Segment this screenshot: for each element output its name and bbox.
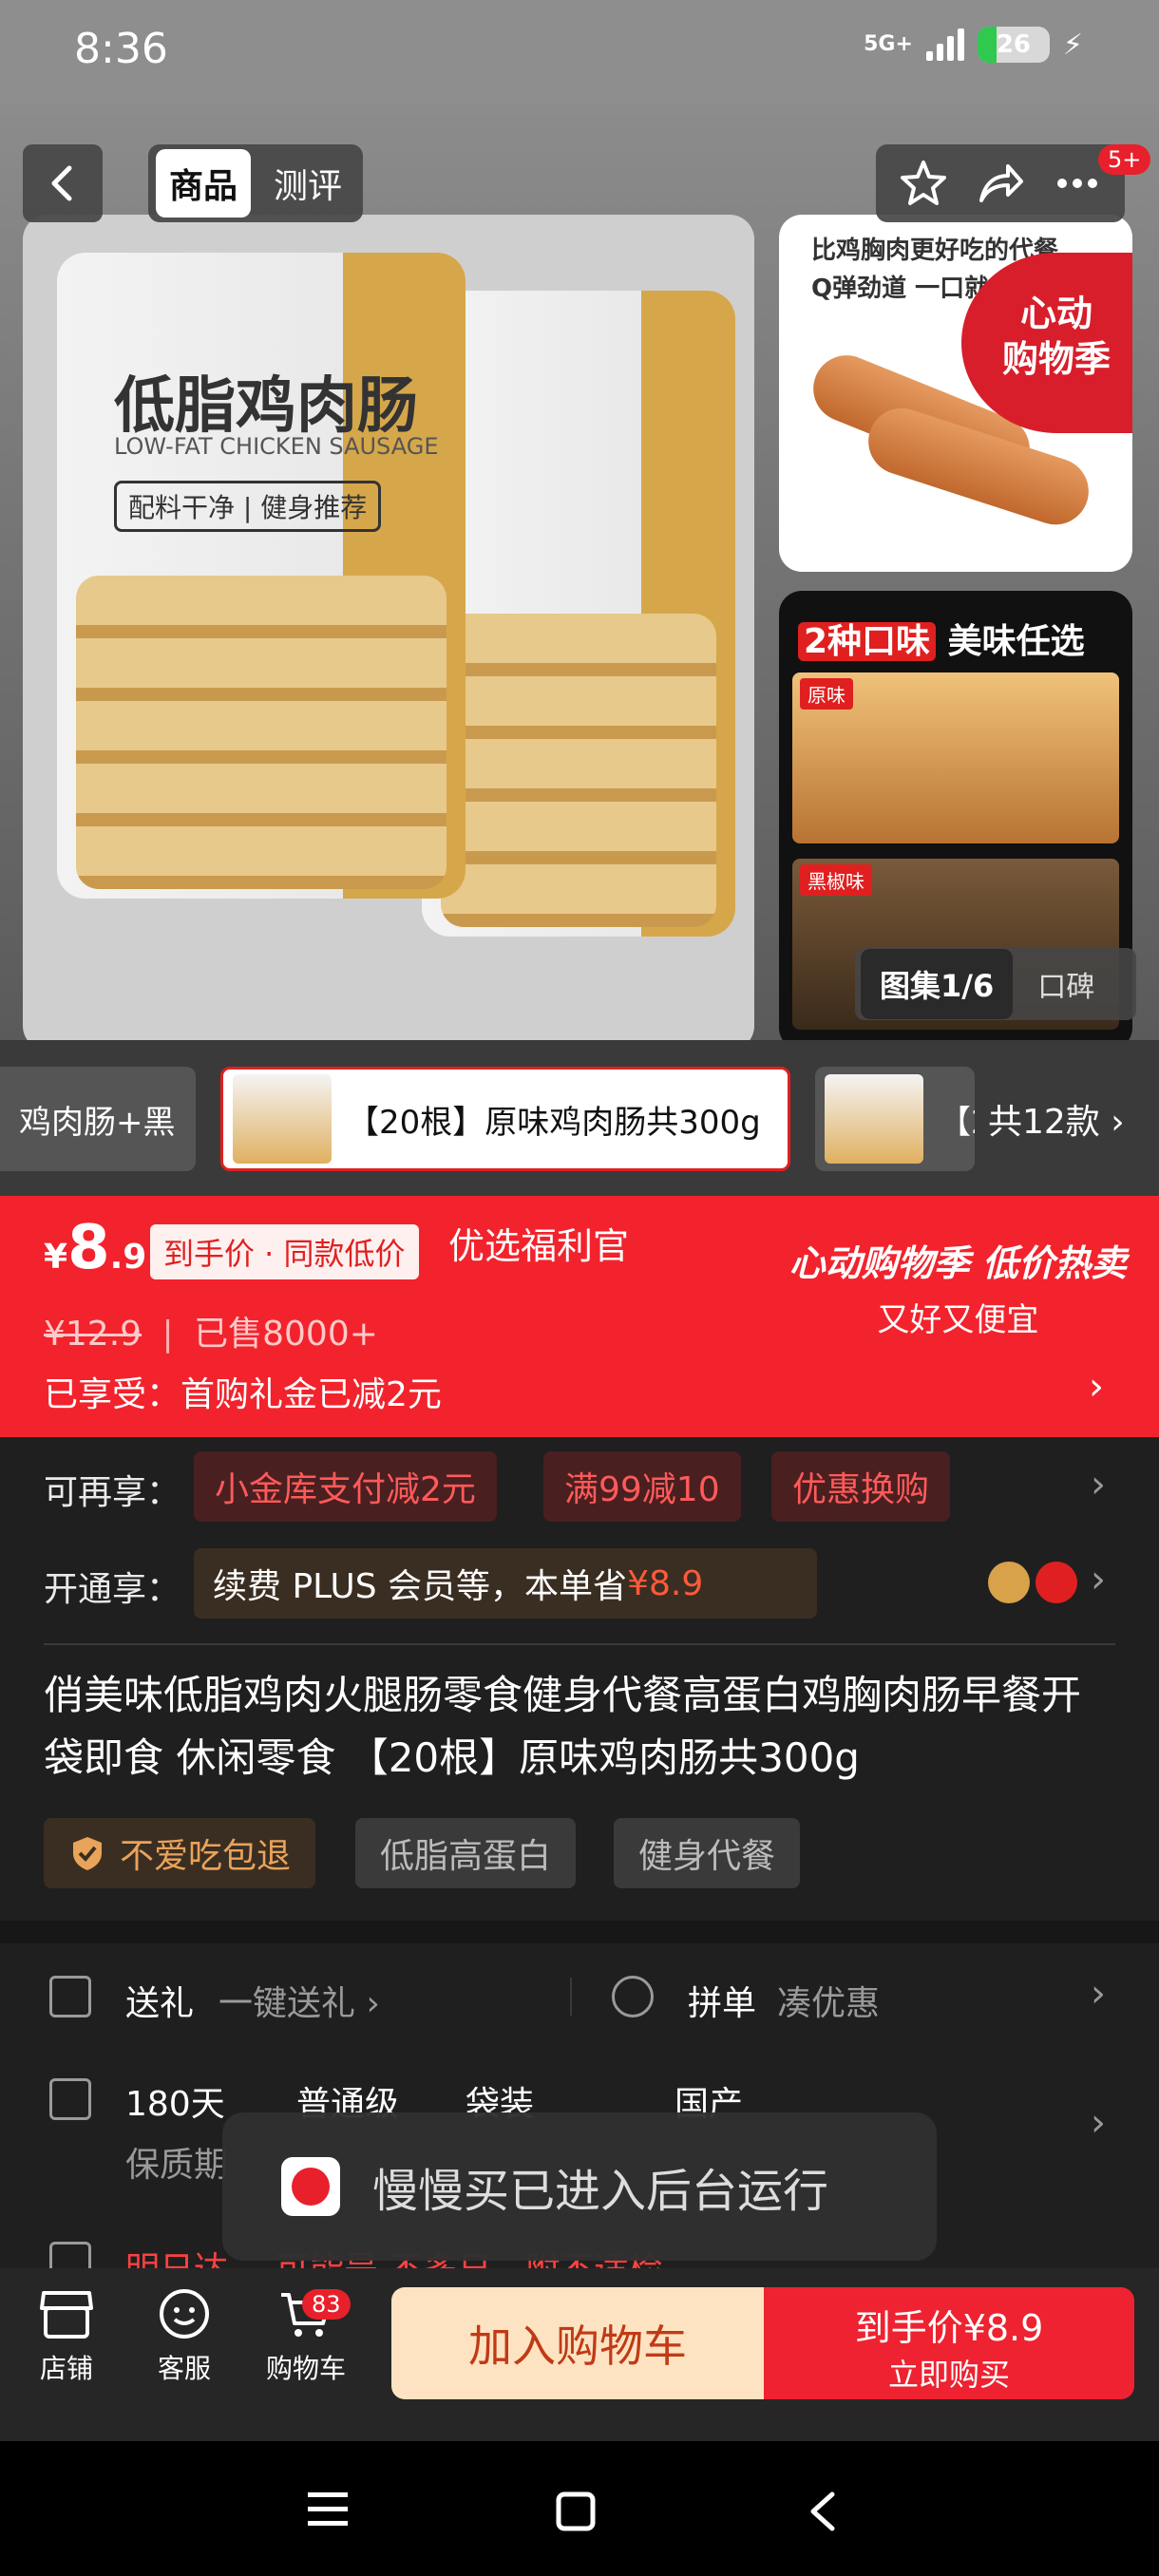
star-icon[interactable] bbox=[899, 159, 948, 208]
store-button[interactable]: 店铺 bbox=[10, 2287, 124, 2386]
share-icon[interactable] bbox=[976, 159, 1025, 208]
status-bar: 8:36 5G+ 26 ⚡ bbox=[0, 0, 1159, 104]
seller-label: 优选福利官 bbox=[448, 1225, 630, 1267]
more-icon[interactable] bbox=[1053, 159, 1102, 208]
toast-notification: 慢慢买已进入后台运行 bbox=[222, 2112, 937, 2261]
back-button[interactable] bbox=[23, 144, 103, 222]
home-icon[interactable] bbox=[555, 2491, 597, 2532]
status-icons: 5G+ 26 ⚡ bbox=[864, 27, 1083, 63]
notification-badge: 5+ bbox=[1098, 144, 1151, 175]
variant-selector: 鸡肉肠+黑 【20根】原味鸡肉肠共300g 【2 bbox=[0, 1040, 1159, 1196]
coupon-chip[interactable]: 优惠换购 bbox=[771, 1451, 951, 1522]
battery-icon: 26 bbox=[977, 27, 1050, 63]
promo-text: 心动购物季 低价热卖 又好又便宜 bbox=[788, 1242, 1127, 1339]
card-icon bbox=[1036, 1562, 1077, 1603]
sausage-window bbox=[76, 576, 446, 889]
section-separator bbox=[0, 1921, 1159, 1943]
side-image-1[interactable]: 比鸡胸肉更好吃的代餐 Q弹劲道 一口就 心动 购物季 bbox=[779, 215, 1132, 572]
charging-icon: ⚡ bbox=[1062, 28, 1083, 62]
cart-count-badge: 83 bbox=[302, 2289, 351, 2320]
system-nav-bar bbox=[0, 2441, 1159, 2576]
price-tag: 到手价 · 同款低价 bbox=[150, 1224, 419, 1279]
promo-badge: 心动 购物季 bbox=[961, 253, 1132, 433]
chevron-right-icon[interactable]: › bbox=[1091, 2101, 1106, 2145]
variant-option-selected[interactable]: 【20根】原味鸡肉肠共300g bbox=[220, 1067, 790, 1171]
shield-check-icon bbox=[73, 1837, 102, 1870]
customer-service-button[interactable]: 客服 bbox=[127, 2287, 241, 2386]
store-icon bbox=[40, 2291, 93, 2339]
back-nav-icon[interactable] bbox=[806, 2491, 840, 2532]
variant-option[interactable]: 【2 bbox=[815, 1067, 975, 1171]
bag-tag: 配料干净 | 健身推荐 bbox=[114, 481, 382, 532]
document-icon bbox=[49, 2078, 91, 2120]
menu-icon[interactable] bbox=[306, 2491, 350, 2529]
product-title[interactable]: 俏美味低脂鸡肉火腿肠零食健身代餐高蛋白鸡胸肉肠早餐开袋即食 休闲零食 【20根】… bbox=[44, 1664, 1117, 1790]
tab-review[interactable]: 测评 bbox=[260, 149, 355, 218]
signal-icon bbox=[925, 28, 964, 61]
bag-subtitle: LOW-FAT CHICKEN SAUSAGE bbox=[114, 433, 439, 460]
feature-tag: 健身代餐 bbox=[614, 1818, 801, 1888]
toast-text: 慢慢买已进入后台运行 bbox=[372, 2165, 829, 2218]
variant-count-link[interactable]: 共12款 › bbox=[988, 1094, 1125, 1144]
variant-thumbnail bbox=[233, 1074, 332, 1164]
plus-label: 开通享： bbox=[44, 1570, 181, 1609]
chevron-right-icon[interactable]: › bbox=[1091, 1463, 1106, 1506]
feature-tag: 低脂高蛋白 bbox=[355, 1818, 577, 1888]
more-offers-label: 可再享： bbox=[44, 1473, 181, 1512]
bag-title: 低脂鸡肉肠 bbox=[114, 371, 418, 442]
shelf-life-label: 保质期 bbox=[125, 2146, 229, 2185]
divider bbox=[570, 1978, 572, 2016]
gift-label[interactable]: 送礼 bbox=[125, 1976, 194, 2025]
chevron-right-icon[interactable]: › bbox=[1089, 1365, 1104, 1409]
main-product-image[interactable]: 低脂鸡肉肠 LOW-FAT CHICKEN SAUSAGE 配料干净 | 健身推… bbox=[23, 215, 754, 1051]
flavor-header: 2种口味 美味任选 bbox=[798, 614, 1085, 663]
original-price: ¥12.9 | 已售8000+ bbox=[44, 1315, 378, 1354]
plus-offer[interactable]: 续费 PLUS 会员等，本单省 ¥8.9 bbox=[194, 1548, 817, 1619]
gallery-counter[interactable]: 图集1/6 口碑 bbox=[855, 948, 1136, 1020]
variant-option[interactable]: 鸡肉肠+黑 bbox=[0, 1067, 196, 1171]
chevron-right-icon[interactable]: › bbox=[1091, 1558, 1106, 1601]
coupon-chip[interactable]: 小金库支付减2元 bbox=[194, 1451, 497, 1522]
reviews-tab[interactable]: 口碑 bbox=[1037, 963, 1094, 1005]
app-icon bbox=[281, 2157, 340, 2216]
variant-thumbnail bbox=[825, 1074, 923, 1164]
tab-product[interactable]: 商品 bbox=[156, 149, 252, 218]
smile-icon bbox=[160, 2289, 209, 2339]
network-type: 5G+ bbox=[864, 32, 913, 56]
battery-level: 26 bbox=[996, 30, 1032, 59]
shelf-life: 180天 bbox=[125, 2085, 225, 2124]
status-time: 8:36 bbox=[74, 25, 168, 73]
product-gallery[interactable]: 低脂鸡肉肠 LOW-FAT CHICKEN SAUSAGE 配料干净 | 健身推… bbox=[0, 104, 1159, 1051]
product-bag-back bbox=[422, 291, 735, 937]
enjoyed-discount[interactable]: 已享受：首购礼金已减2元 bbox=[44, 1367, 442, 1416]
gallery-index[interactable]: 图集1/6 bbox=[861, 949, 1014, 1019]
price-banner: ¥8.9 到手价 · 同款低价 优选福利官 ¥12.9 | 已售8000+ 心动… bbox=[0, 1196, 1159, 1437]
gift-icon bbox=[49, 1976, 91, 2017]
top-actions bbox=[876, 144, 1125, 222]
page-tabs: 商品 测评 bbox=[148, 144, 364, 222]
group-buy-sub[interactable]: 凑优惠 bbox=[777, 1976, 880, 2025]
gift-sub[interactable]: 一键送礼 › bbox=[218, 1976, 380, 2025]
sold-count: 已售8000+ bbox=[194, 1315, 378, 1354]
group-buy-label[interactable]: 拼单 bbox=[688, 1976, 756, 2025]
flavor-original: 原味 bbox=[792, 672, 1119, 843]
final-price: ¥8.9 bbox=[44, 1213, 147, 1283]
divider bbox=[44, 1643, 1115, 1645]
user-plus-icon bbox=[612, 1976, 654, 2017]
coupon-chip[interactable]: 满99减10 bbox=[543, 1451, 741, 1522]
return-guarantee-tag[interactable]: 不爱吃包退 bbox=[44, 1818, 316, 1888]
chevron-right-icon[interactable]: › bbox=[1091, 1972, 1106, 2016]
add-to-cart-button[interactable]: 加入购物车 bbox=[391, 2287, 764, 2399]
chevron-left-icon bbox=[51, 165, 72, 201]
product-bag-front: 低脂鸡肉肠 LOW-FAT CHICKEN SAUSAGE 配料干净 | 健身推… bbox=[57, 253, 466, 899]
crown-icon bbox=[988, 1562, 1030, 1603]
buy-now-button[interactable]: 到手价¥8.9 立即购买 bbox=[764, 2287, 1134, 2399]
